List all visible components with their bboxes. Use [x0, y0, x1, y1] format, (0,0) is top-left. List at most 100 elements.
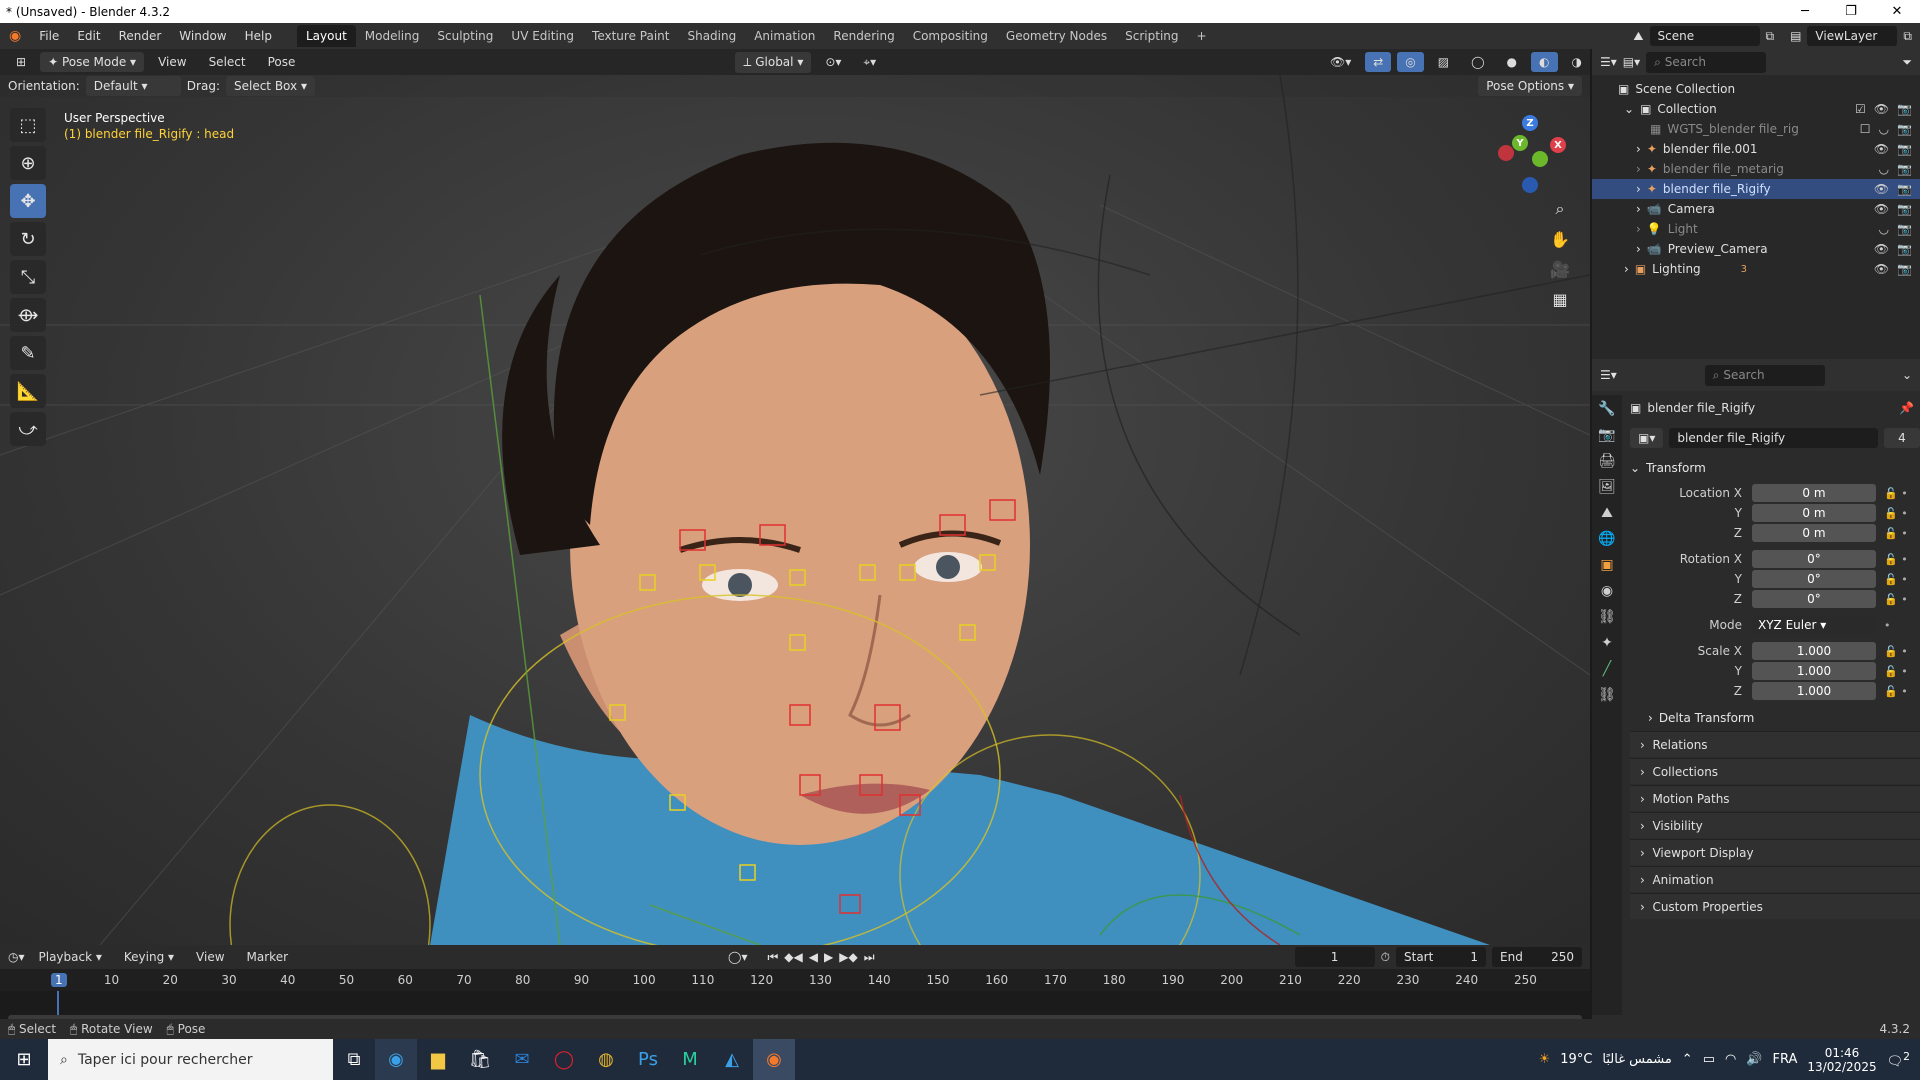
minimize-icon[interactable]: ─	[1782, 4, 1828, 19]
menu-help[interactable]: Help	[236, 29, 281, 43]
outliner-row[interactable]: ▦ WGTS_blender file_rig ☐ ◡ 📷	[1592, 119, 1920, 139]
lock-icon[interactable]: 🔓 •	[1884, 685, 1908, 698]
viewlayer-icon[interactable]: ▤	[1790, 29, 1801, 43]
weather-icon[interactable]: ☀	[1539, 1052, 1551, 1067]
scene-icon[interactable]: ⛰	[1633, 29, 1643, 44]
chevron-right-icon[interactable]: ›	[1636, 182, 1641, 196]
lock-icon[interactable]: 🔓 •	[1884, 487, 1908, 500]
tab-scripting[interactable]: Scripting	[1116, 25, 1187, 47]
preview-range-icon[interactable]: ⏱	[1381, 950, 1390, 965]
chevron-down-icon[interactable]: ⌄	[1902, 368, 1912, 382]
move-tool-icon[interactable]: ✥	[10, 184, 46, 218]
meet-icon[interactable]: ▭	[1703, 1052, 1715, 1067]
object-tab-icon[interactable]: ▣	[1600, 557, 1613, 573]
display-mode-icon[interactable]: ▤▾	[1623, 55, 1640, 69]
chevron-right-icon[interactable]: ›	[1636, 142, 1641, 156]
photoshop-icon[interactable]: Ps	[627, 1039, 669, 1080]
end-frame-field[interactable]: End 250	[1492, 947, 1582, 967]
render-camera-icon[interactable]: 📷	[1897, 242, 1912, 256]
eye-icon[interactable]: 👁	[1874, 242, 1889, 256]
outliner-row-collection[interactable]: ⌄ ▣ Collection ☑ 👁 📷	[1592, 99, 1920, 119]
outliner-row-selected[interactable]: › ✦ blender file_Rigify 👁 📷	[1592, 179, 1920, 199]
close-icon[interactable]: ✕	[1874, 4, 1920, 19]
file-explorer-icon[interactable]: ▆	[417, 1039, 459, 1080]
panel-relations[interactable]: › Relations	[1630, 731, 1920, 757]
pin-icon[interactable]: 📌	[1899, 401, 1914, 415]
lock-icon[interactable]: 🔓 •	[1884, 645, 1908, 658]
transform-tool-icon[interactable]: ⟴	[10, 298, 46, 332]
menu-file[interactable]: File	[30, 29, 68, 43]
eye-icon[interactable]: 👁	[1874, 262, 1889, 276]
render-camera-icon[interactable]: 📷	[1897, 262, 1912, 276]
scale-y-field[interactable]: 1.000	[1752, 662, 1876, 680]
next-keyframe-icon[interactable]: ▶◆	[839, 950, 857, 964]
scale-x-field[interactable]: 1.000	[1752, 642, 1876, 660]
rotation-y-field[interactable]: 0°	[1752, 570, 1876, 588]
transform-panel-header[interactable]: ⌄ Transform	[1630, 457, 1920, 479]
menu-playback[interactable]: Playback ▾	[31, 947, 110, 967]
outliner-row[interactable]: › 💡 Light ◡ 📷	[1592, 219, 1920, 239]
navigation-gizmo[interactable]: Z X Y	[1490, 115, 1570, 195]
eye-icon[interactable]: 👁	[1874, 102, 1889, 116]
eye-closed-icon[interactable]: ◡	[1879, 222, 1889, 236]
outliner-row[interactable]: › ✦ blender file.001 👁 📷	[1592, 139, 1920, 159]
lock-icon[interactable]: 🔓 •	[1884, 665, 1908, 678]
data-block-type-dropdown[interactable]: ▣▾	[1630, 428, 1664, 448]
drag-dropdown[interactable]: Select Box ▾	[225, 76, 315, 96]
render-camera-icon[interactable]: 📷	[1897, 122, 1912, 136]
perspective-grid-icon[interactable]: ▦	[1546, 285, 1574, 313]
scale-z-field[interactable]: 1.000	[1752, 682, 1876, 700]
rotation-mode-dropdown[interactable]: XYZ Euler ▾	[1752, 616, 1876, 634]
current-frame-field[interactable]: 1	[1294, 947, 1375, 967]
menu-select[interactable]: Select	[201, 52, 254, 72]
tool-tab-icon[interactable]: 🔧	[1598, 401, 1615, 417]
outliner-row[interactable]: › 📹 Preview_Camera 👁 📷	[1592, 239, 1920, 259]
lock-icon[interactable]: 🔓 •	[1884, 527, 1908, 540]
render-camera-icon[interactable]: 📷	[1897, 202, 1912, 216]
tab-geometry-nodes[interactable]: Geometry Nodes	[997, 25, 1116, 47]
checkbox-icon[interactable]: ☑	[1855, 102, 1866, 116]
visibility-icon[interactable]: 👁▾	[1322, 52, 1359, 72]
wifi-icon[interactable]: ◠	[1725, 1052, 1736, 1067]
menu-edit[interactable]: Edit	[68, 29, 109, 43]
tab-texture-paint[interactable]: Texture Paint	[583, 25, 678, 47]
properties-editor-icon[interactable]: ☰▾	[1600, 368, 1617, 382]
rotation-z-field[interactable]: 0°	[1752, 590, 1876, 608]
measure-tool-icon[interactable]: 📐	[10, 374, 46, 408]
eye-closed-icon[interactable]: ◡	[1879, 162, 1889, 176]
start-frame-field[interactable]: Start 1	[1396, 947, 1486, 967]
render-camera-icon[interactable]: 📷	[1897, 222, 1912, 236]
world-tab-icon[interactable]: 🌐	[1598, 531, 1615, 547]
location-z-field[interactable]: 0 m	[1752, 524, 1876, 542]
panel-animation[interactable]: › Animation	[1630, 866, 1920, 892]
scene-tab-icon[interactable]: ⛰	[1601, 505, 1613, 521]
lock-icon[interactable]: 🔓 •	[1884, 573, 1908, 586]
data-block-name-field[interactable]: blender file_Rigify	[1669, 428, 1878, 448]
panel-visibility[interactable]: › Visibility	[1630, 812, 1920, 838]
app-m-icon[interactable]: M	[669, 1039, 711, 1080]
lock-icon[interactable]: 🔓 •	[1884, 593, 1908, 606]
outliner-row[interactable]: › 📹 Camera 👁 📷	[1592, 199, 1920, 219]
volume-icon[interactable]: 🔊	[1746, 1052, 1762, 1067]
mode-dropdown[interactable]: ✦ Pose Mode ▾	[40, 52, 145, 72]
shading-solid-icon[interactable]: ●	[1499, 52, 1525, 72]
weather-temp[interactable]: 19°C	[1560, 1052, 1592, 1067]
eye-closed-icon[interactable]: ◡	[1879, 122, 1889, 136]
play-reverse-icon[interactable]: ◀	[809, 950, 818, 964]
eye-icon[interactable]: 👁	[1874, 142, 1889, 156]
panel-collections[interactable]: › Collections	[1630, 758, 1920, 784]
pivot-icon[interactable]: ⊙▾	[817, 52, 849, 72]
tab-animation[interactable]: Animation	[745, 25, 824, 47]
rotate-tool-icon[interactable]: ↻	[10, 222, 46, 256]
new-viewlayer-icon[interactable]: ⧉	[1903, 29, 1912, 44]
outliner-editor-icon[interactable]: ☰▾	[1600, 55, 1617, 69]
outliner-search-input[interactable]: ⌕ Search	[1646, 51, 1767, 73]
chevron-right-icon[interactable]: ›	[1636, 202, 1641, 216]
menu-pose[interactable]: Pose	[260, 52, 304, 72]
editor-type-icon[interactable]: ⊞	[8, 52, 34, 72]
edge-icon[interactable]: ◉	[375, 1039, 417, 1080]
pan-hand-icon[interactable]: ✋	[1546, 225, 1574, 253]
app-paint-icon[interactable]: ◭	[711, 1039, 753, 1080]
add-workspace-icon[interactable]: +	[1188, 25, 1216, 47]
language-indicator[interactable]: FRA	[1773, 1052, 1798, 1067]
